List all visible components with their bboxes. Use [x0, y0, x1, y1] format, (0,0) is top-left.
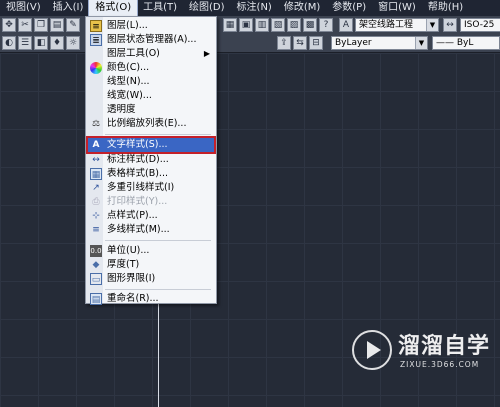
- match-properties-icon[interactable]: ✎: [66, 18, 80, 32]
- format-menu: ≡ 图层(L)... ≣ 图层状态管理器(A)... 图层工具(O) ▶ 颜色(…: [85, 16, 217, 306]
- properties-icon[interactable]: ▦: [223, 18, 237, 32]
- dim-style-icon: ↔: [92, 155, 100, 165]
- menu-item-thickness[interactable]: ◆ 厚度(T): [88, 258, 214, 272]
- layers-icon: ≡: [90, 20, 102, 32]
- layer-match-icon[interactable]: ⇆: [293, 36, 307, 50]
- chevron-down-icon: ▼: [415, 37, 427, 49]
- menu-separator: [105, 240, 211, 241]
- multileader-style-icon: ↗: [92, 183, 100, 193]
- color-combo[interactable]: ByLayer ▼: [331, 36, 428, 50]
- tool-palette-icon[interactable]: ▥: [255, 18, 269, 32]
- linetype-combo[interactable]: —— ByL: [432, 36, 500, 50]
- layer-state-icon: ≣: [90, 34, 102, 46]
- linetype-combo-value: —— ByL: [436, 38, 474, 48]
- copy-icon[interactable]: ❐: [34, 18, 48, 32]
- menu-item-multiline-style[interactable]: ≡ 多线样式(M)...: [88, 223, 214, 237]
- menu-item-point-style[interactable]: ⊹ 点样式(P)...: [88, 209, 214, 223]
- menu-item-lineweight[interactable]: 线宽(W)...: [88, 89, 214, 103]
- menu-item-plot-style: ⎙ 打印样式(Y)...: [88, 195, 214, 209]
- layer-previous-icon[interactable]: ◧: [34, 36, 48, 50]
- menu-item-transparency[interactable]: 透明度: [88, 103, 214, 117]
- menu-item-color[interactable]: 颜色(C)...: [88, 61, 214, 75]
- thickness-icon: ◆: [92, 260, 100, 270]
- menu-item-text-style[interactable]: A 文字样式(S)...: [86, 136, 216, 154]
- standard-toolbar: ✥ ✂ ❐ ▤ ✎ ▦ ▣ ▥ ▧ ▨ ▩ ? A 架空线路工程 ▼ ↔ ISO…: [0, 16, 500, 35]
- menu-window[interactable]: 窗口(W): [372, 0, 422, 16]
- units-icon: 0.0: [90, 245, 102, 257]
- markup-icon[interactable]: ▨: [287, 18, 301, 32]
- menu-item-layer-tools[interactable]: 图层工具(O) ▶: [88, 47, 214, 61]
- menu-help[interactable]: 帮助(H): [422, 0, 469, 16]
- watermark-logo: 溜溜自学 ZIXUE.3D66.COM: [352, 322, 492, 382]
- rename-icon: ▤: [90, 293, 102, 305]
- text-style-combo-value: 架空线路工程: [359, 20, 414, 30]
- make-current-icon[interactable]: ⇪: [277, 36, 291, 50]
- table-style-icon: ▦: [90, 168, 102, 180]
- menu-item-layer-state-manager[interactable]: ≣ 图层状态管理器(A)...: [88, 33, 214, 47]
- watermark-title: 溜溜自学: [398, 334, 491, 359]
- menu-item-units[interactable]: 0.0 单位(U)...: [88, 244, 214, 258]
- menu-separator: [105, 289, 211, 290]
- menu-bar: 视图(V) 插入(I) 格式(O) 工具(T) 绘图(D) 标注(N) 修改(M…: [0, 0, 500, 17]
- layer-manager-icon[interactable]: ☰: [18, 36, 32, 50]
- text-style-icon: A: [92, 140, 100, 150]
- text-style-combo[interactable]: 架空线路工程 ▼: [355, 18, 439, 32]
- layer-off-icon[interactable]: ◐: [2, 36, 16, 50]
- menu-item-rename[interactable]: ▤ 重命名(R)...: [88, 292, 214, 306]
- text-style-toolbar-icon[interactable]: A: [339, 18, 353, 32]
- plot-style-icon: ⎙: [92, 197, 100, 207]
- design-center-icon[interactable]: ▣: [239, 18, 253, 32]
- cut-icon[interactable]: ✂: [18, 18, 32, 32]
- layers-toolbar: ◐ ☰ ◧ ♦ ☼ ⇪ ⇆ ⊟ ByLayer ▼ —— ByL: [0, 34, 500, 53]
- lightbulb-icon[interactable]: ♦: [50, 36, 64, 50]
- menu-item-scale-list[interactable]: ⚖ 比例缩放列表(E)...: [88, 117, 214, 131]
- menu-item-table-style[interactable]: ▦ 表格样式(B)...: [88, 167, 214, 181]
- menu-tools[interactable]: 工具(T): [137, 0, 183, 16]
- layer-isolate-icon[interactable]: ⊟: [309, 36, 323, 50]
- color-wheel-icon: [90, 62, 102, 74]
- dim-style-combo[interactable]: ISO-25: [460, 18, 500, 32]
- menu-view[interactable]: 视图(V): [0, 0, 47, 16]
- play-icon: [367, 341, 381, 359]
- limits-icon: ▭: [90, 273, 102, 285]
- help-icon[interactable]: ?: [319, 18, 333, 32]
- calculator-icon[interactable]: ▩: [303, 18, 317, 32]
- paste-icon[interactable]: ▤: [50, 18, 64, 32]
- sheet-set-icon[interactable]: ▧: [271, 18, 285, 32]
- menu-modify[interactable]: 修改(M): [278, 0, 326, 16]
- dim-style-combo-value: ISO-25: [464, 20, 495, 30]
- menu-dimension[interactable]: 标注(N): [231, 0, 278, 16]
- menu-item-drawing-limits[interactable]: ▭ 图形界限(I): [88, 272, 214, 286]
- dim-style-toolbar-icon[interactable]: ↔: [443, 18, 457, 32]
- menu-item-linetype[interactable]: 线型(N)...: [88, 75, 214, 89]
- menu-format[interactable]: 格式(O): [88, 0, 139, 17]
- watermark-subtitle: ZIXUE.3D66.COM: [400, 360, 480, 369]
- scale-list-icon: ⚖: [91, 119, 101, 129]
- menu-item-dimension-style[interactable]: ↔ 标注样式(D)...: [88, 153, 214, 167]
- point-style-icon: ⊹: [92, 211, 100, 221]
- menu-parametric[interactable]: 参数(P): [326, 0, 372, 16]
- menu-separator: [105, 134, 211, 135]
- menu-item-layer[interactable]: ≡ 图层(L)...: [88, 19, 214, 33]
- pan-icon[interactable]: ✥: [2, 18, 16, 32]
- mline-style-icon: ≡: [92, 225, 100, 235]
- chevron-down-icon: ▼: [426, 19, 438, 31]
- menu-item-multileader-style[interactable]: ↗ 多重引线样式(I): [88, 181, 214, 195]
- sun-icon[interactable]: ☼: [66, 36, 80, 50]
- submenu-arrow-icon: ▶: [203, 49, 210, 58]
- color-combo-value: ByLayer: [335, 38, 372, 48]
- menu-insert[interactable]: 插入(I): [47, 0, 90, 16]
- menu-draw[interactable]: 绘图(D): [183, 0, 231, 16]
